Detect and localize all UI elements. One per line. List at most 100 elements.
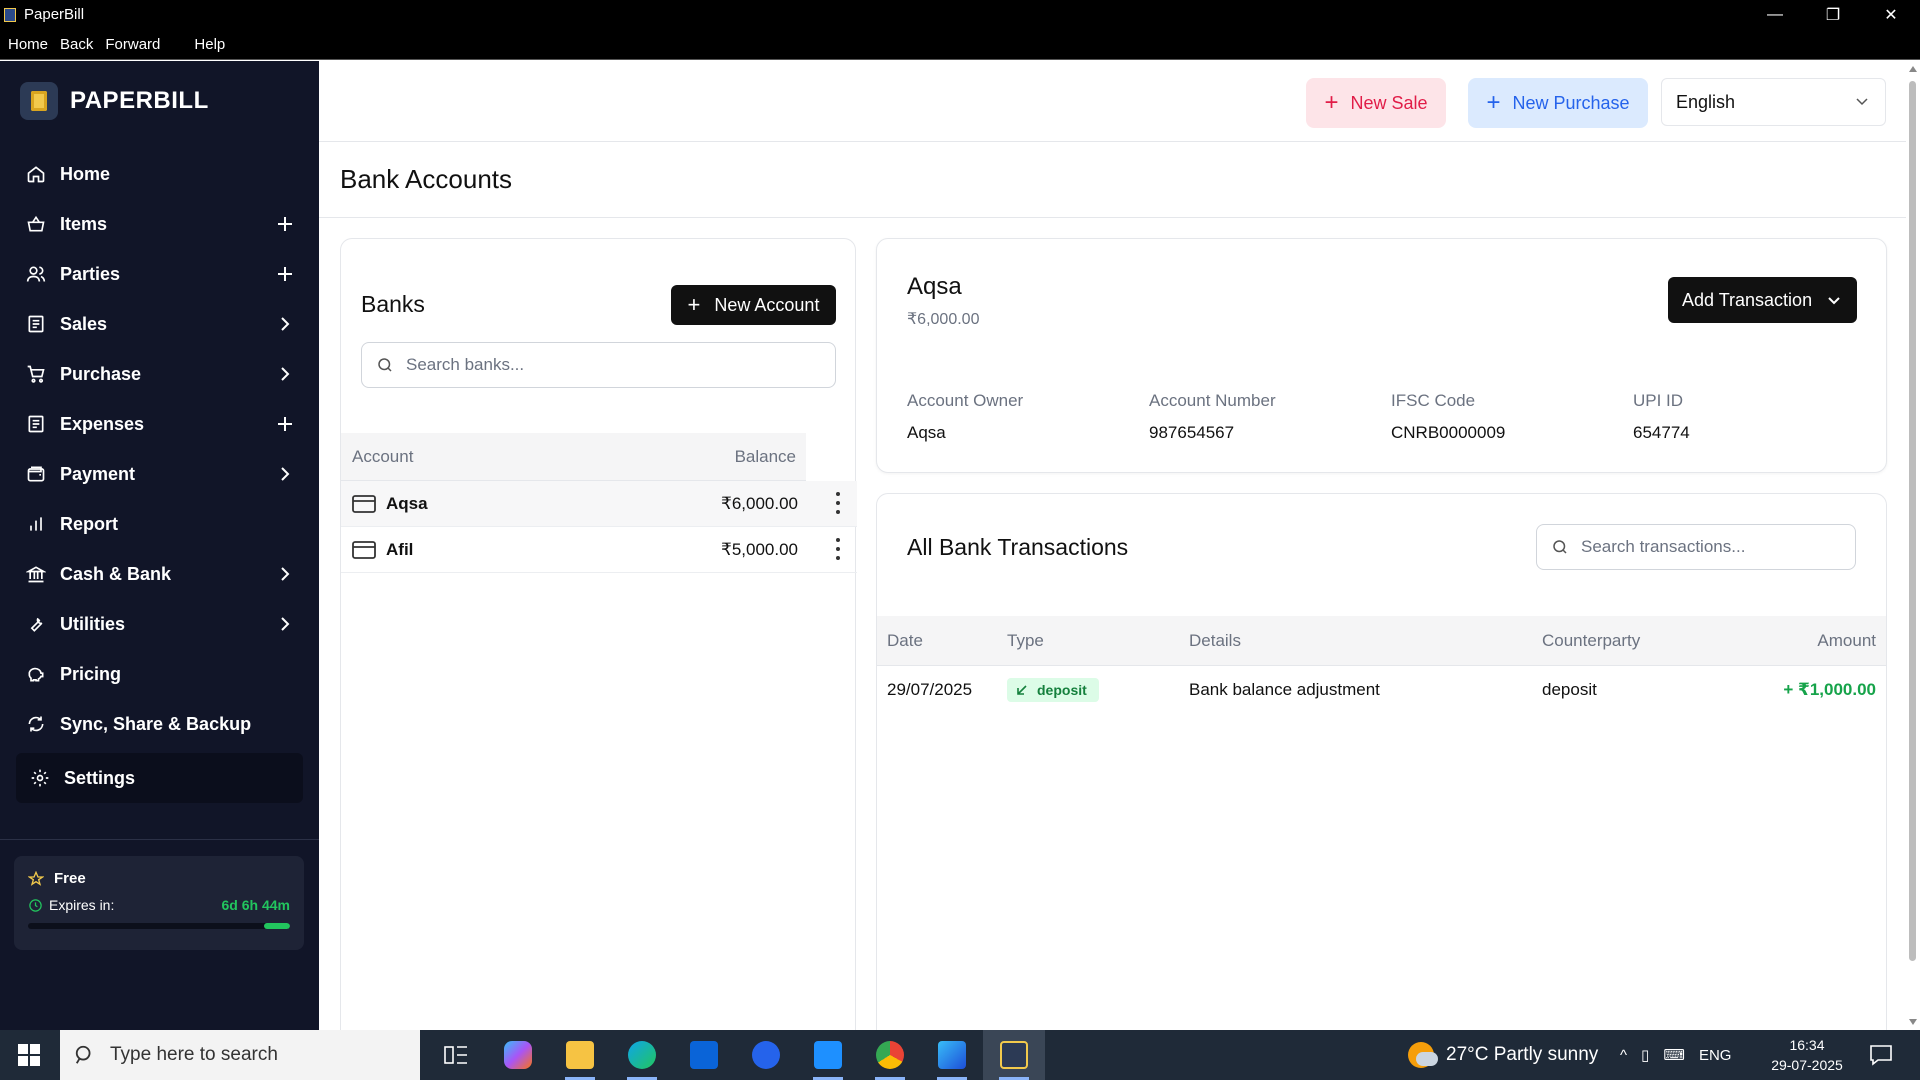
new-account-button[interactable]: + New Account	[671, 285, 836, 325]
tx-details: Bank balance adjustment	[1189, 680, 1380, 699]
weather-text: 27°C Partly sunny	[1446, 1044, 1599, 1065]
status-badge: deposit	[1007, 678, 1099, 702]
bank-row[interactable]: Aqsa ₹6,000.00	[341, 481, 857, 527]
divider	[0, 839, 319, 840]
transactions-title: All Bank Transactions	[907, 534, 1129, 560]
plus-icon[interactable]	[277, 266, 293, 282]
restore-button[interactable]: ❐	[1804, 0, 1862, 29]
outlook-icon[interactable]	[673, 1030, 735, 1080]
sidebar-item-parties[interactable]: Parties	[0, 249, 319, 299]
file-explorer-icon[interactable]	[549, 1030, 611, 1080]
notification-icon[interactable]	[1868, 1042, 1894, 1068]
ifsc-field: IFSC Code CNRB0000009	[1391, 391, 1505, 443]
sidebar-item-purchase[interactable]: Purchase	[0, 349, 319, 399]
col-balance: Balance	[734, 446, 796, 466]
chevron-right-icon	[281, 317, 290, 331]
page-title: Bank Accounts	[340, 164, 512, 194]
sidebar-item-items[interactable]: Items	[0, 199, 319, 249]
tx-counterparty: deposit	[1542, 680, 1597, 699]
sidebar-item-label: Home	[60, 163, 111, 184]
language-indicator[interactable]: ENG	[1699, 1047, 1732, 1064]
plus-icon[interactable]	[277, 216, 293, 232]
scroll-up-icon[interactable]	[1909, 66, 1917, 72]
credit-card-icon	[352, 540, 376, 559]
users-icon	[26, 264, 46, 284]
table-row[interactable]: 29/07/2025 deposit Bank balance adjustme…	[877, 666, 1886, 714]
bar-chart-icon	[26, 514, 46, 534]
sidebar-item-expenses[interactable]: Expenses	[0, 399, 319, 449]
search-icon	[75, 1045, 91, 1064]
new-purchase-label: New Purchase	[1512, 92, 1630, 113]
keyboard-icon[interactable]: ⌨	[1663, 1046, 1685, 1064]
plus-icon[interactable]	[277, 416, 293, 432]
sidebar-item-settings[interactable]: Settings	[16, 753, 303, 803]
language-select[interactable]: English	[1661, 78, 1886, 126]
paperbill-taskbar-icon[interactable]	[983, 1030, 1045, 1080]
chrome-icon[interactable]	[859, 1030, 921, 1080]
battery-icon[interactable]: ▯	[1641, 1046, 1649, 1064]
sidebar-item-report[interactable]: Report	[0, 499, 319, 549]
brand[interactable]: PAPERBILL	[0, 61, 319, 141]
sidebar-item-home[interactable]: Home	[0, 149, 319, 199]
account-number-field: Account Number 987654567	[1149, 391, 1276, 443]
credit-card-icon	[352, 494, 376, 513]
add-transaction-label: Add Transaction	[1682, 289, 1813, 310]
copilot-icon[interactable]	[487, 1030, 549, 1080]
transactions-search[interactable]	[1536, 524, 1856, 570]
scroll-thumb[interactable]	[1909, 81, 1916, 961]
new-sale-label: New Sale	[1350, 92, 1428, 113]
chevron-up-icon[interactable]: ^	[1620, 1047, 1627, 1064]
sidebar-item-cash-bank[interactable]: Cash & Bank	[0, 549, 319, 599]
menu-home[interactable]: Home	[8, 36, 48, 53]
gear-icon	[30, 768, 50, 788]
clock[interactable]: 16:34 29-07-2025	[1762, 1035, 1852, 1075]
minimize-button[interactable]: —	[1746, 0, 1804, 29]
bank-row[interactable]: Afil ₹5,000.00	[341, 527, 857, 573]
sidebar-item-label: Parties	[60, 263, 121, 284]
sidebar-item-pricing[interactable]: Pricing	[0, 649, 319, 699]
account-owner-field: Account Owner Aqsa	[907, 391, 1023, 443]
sidebar-item-sales[interactable]: Sales	[0, 299, 319, 349]
sync-icon	[26, 714, 46, 734]
new-purchase-button[interactable]: + New Purchase	[1468, 78, 1648, 128]
sidebar-item-payment[interactable]: Payment	[0, 449, 319, 499]
cart-icon	[26, 364, 46, 384]
banks-search-input[interactable]	[406, 355, 785, 375]
taskbar-search[interactable]: Type here to search	[60, 1030, 420, 1080]
transactions-search-input[interactable]	[1581, 537, 1836, 557]
vscode-icon[interactable]	[797, 1030, 859, 1080]
plus-icon: +	[687, 292, 701, 317]
receipt-icon	[26, 414, 46, 434]
add-transaction-button[interactable]: Add Transaction	[1668, 277, 1857, 323]
app-icon	[4, 7, 16, 22]
bank-icon	[26, 564, 46, 584]
menu-back[interactable]: Back	[60, 36, 93, 53]
photos-icon[interactable]	[921, 1030, 983, 1080]
more-options-icon[interactable]	[835, 538, 841, 560]
weather-widget[interactable]: 27°C Partly sunny	[1408, 1030, 1598, 1080]
scroll-down-icon[interactable]	[1909, 1019, 1917, 1025]
sidebar-item-sync[interactable]: Sync, Share & Backup	[0, 699, 319, 749]
plus-icon: +	[1486, 89, 1501, 116]
edge-browser-icon[interactable]	[611, 1030, 673, 1080]
paperbill-logo-icon	[20, 82, 58, 120]
sidebar-item-label: Sync, Share & Backup	[60, 713, 252, 734]
sidebar-item-utilities[interactable]: Utilities	[0, 599, 319, 649]
col-type: Type	[1007, 630, 1044, 650]
new-sale-button[interactable]: + New Sale	[1306, 78, 1446, 128]
tx-date: 29/07/2025	[887, 680, 973, 699]
field-label: Account Number	[1149, 391, 1276, 410]
more-options-icon[interactable]	[835, 492, 841, 514]
transactions-table-header: Date Type Details Counterparty Amount	[877, 616, 1886, 666]
system-tray: ^ ▯ ⌨ ENG	[1620, 1030, 1745, 1080]
remote-app-icon[interactable]	[735, 1030, 797, 1080]
banks-search[interactable]	[361, 342, 836, 388]
field-label: IFSC Code	[1391, 391, 1476, 410]
menu-forward[interactable]: Forward	[105, 36, 160, 53]
task-view-icon[interactable]	[425, 1030, 487, 1080]
vertical-scrollbar[interactable]	[1906, 61, 1920, 1030]
windows-start-icon[interactable]	[0, 1030, 58, 1080]
close-button[interactable]: ✕	[1862, 0, 1920, 29]
menu-help[interactable]: Help	[194, 36, 225, 53]
banks-table-header: Account Balance	[341, 433, 806, 481]
